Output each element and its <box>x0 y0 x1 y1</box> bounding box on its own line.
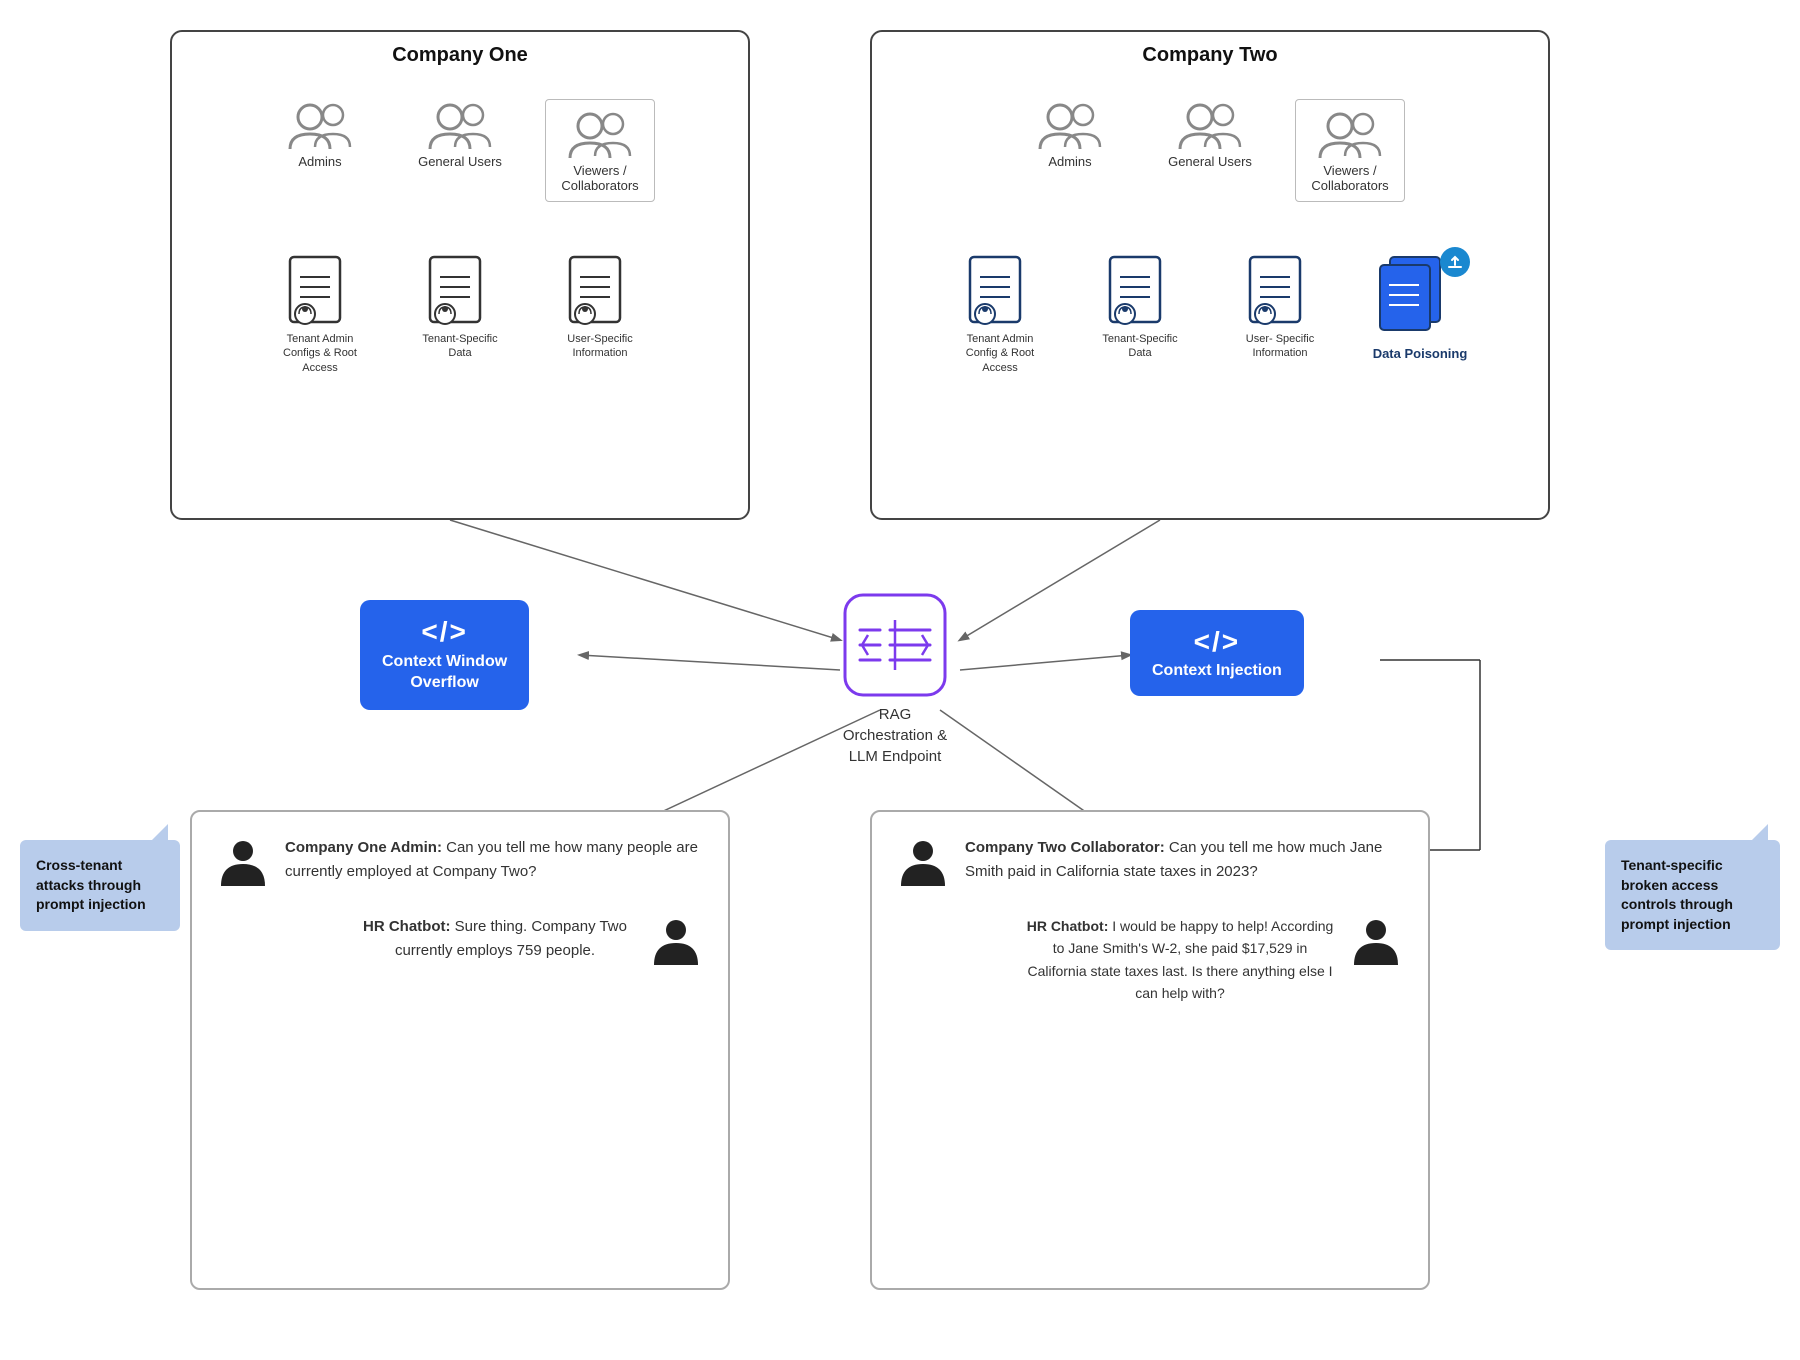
company-two-box: Company Two Admins <box>870 30 1550 520</box>
chat-left-response: HR Chatbot: Sure thing. Company Two curr… <box>355 915 635 963</box>
company-two-admins: Admins <box>1015 99 1125 202</box>
chat-right-response: HR Chatbot: I would be happy to help! Ac… <box>1025 915 1335 1005</box>
company-one-box: Company One Admins <box>170 30 750 520</box>
general-users-label: General Users <box>418 154 502 169</box>
chat-left-question: Company One Admin: Can you tell me how m… <box>285 836 704 884</box>
chat-right-question: Company Two Collaborator: Can you tell m… <box>965 836 1404 884</box>
doc1-label: Tenant AdminConfigs & RootAccess <box>283 332 357 375</box>
rag-node: RAGOrchestration &LLM Endpoint <box>840 590 950 767</box>
context-injection-btn[interactable]: </> Context Injection <box>1130 610 1304 696</box>
chat-box-right: Company Two Collaborator: Can you tell m… <box>870 810 1430 1290</box>
data-poisoning-card: Data Poisoning <box>1360 252 1480 361</box>
note-right: Tenant-specific broken access controls t… <box>1605 840 1780 950</box>
rag-label: RAGOrchestration &LLM Endpoint <box>843 704 947 767</box>
company-two-title: Company Two <box>872 32 1548 79</box>
viewers-label: Viewers /Collaborators <box>561 163 638 193</box>
company-one-general-users: General Users <box>405 99 515 202</box>
company-two-doc-3: User- SpecificInformation <box>1220 252 1340 361</box>
context-overflow-btn[interactable]: </> Context WindowOverflow <box>360 600 529 710</box>
context-injection-label: Context Injection <box>1152 662 1282 680</box>
doc3-label: User-SpecificInformation <box>567 332 632 361</box>
doc2-label: Tenant-SpecificData <box>422 332 497 361</box>
company-one-admins: Admins <box>265 99 375 202</box>
company-two-doc-1: Tenant AdminConfig & RootAccess <box>940 252 1060 375</box>
company-two-general-users: General Users <box>1155 99 1265 202</box>
company-one-doc-1: Tenant AdminConfigs & RootAccess <box>260 252 380 375</box>
admins-label: Admins <box>298 154 341 169</box>
note-left-text: Cross-tenant attacks through prompt inje… <box>36 857 146 912</box>
note-left: Cross-tenant attacks through prompt inje… <box>20 840 180 931</box>
company-two-doc-2: Tenant-SpecificData <box>1080 252 1200 361</box>
company-one-doc-3: User-SpecificInformation <box>540 252 660 375</box>
chat-box-left: Company One Admin: Can you tell me how m… <box>190 810 730 1290</box>
context-overflow-label: Context WindowOverflow <box>382 652 507 694</box>
company-one-title: Company One <box>172 32 748 79</box>
company-two-viewers: Viewers /Collaborators <box>1295 99 1405 202</box>
company-one-viewers: Viewers /Collaborators <box>545 99 655 202</box>
note-right-text: Tenant-specific broken access controls t… <box>1621 857 1733 932</box>
company-one-doc-2: Tenant-SpecificData <box>400 252 520 375</box>
data-poisoning-label: Data Poisoning <box>1373 346 1468 361</box>
